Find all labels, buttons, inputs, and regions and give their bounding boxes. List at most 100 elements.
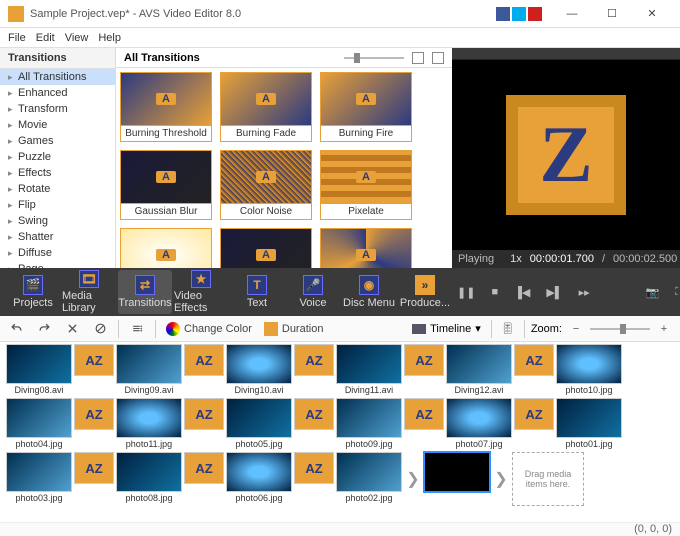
storyboard-transition[interactable]: AZ [294, 398, 334, 430]
preview-scrubber[interactable] [452, 48, 680, 60]
toolbar-video-effects[interactable]: ★Video Effects [174, 270, 228, 314]
sidebar-item[interactable]: ▸All Transitions [0, 69, 115, 85]
storyboard-clip[interactable]: Diving08.avi [6, 344, 72, 396]
storyboard-clip[interactable]: photo02.jpg [336, 452, 402, 504]
transition-arrow[interactable]: ❯ [404, 459, 422, 499]
storyboard-clip[interactable]: photo09.jpg [336, 398, 402, 450]
play-pause-button[interactable]: ❚❚ [454, 284, 478, 301]
sidebar-item[interactable]: ▸Diffuse [0, 245, 115, 261]
twitter-icon[interactable] [512, 7, 526, 21]
menu-edit[interactable]: Edit [36, 32, 55, 44]
storyboard[interactable]: Diving08.aviAZDiving09.aviAZDiving10.avi… [0, 342, 680, 522]
storyboard-clip[interactable]: Diving10.avi [226, 344, 292, 396]
storyboard-transition[interactable]: AZ [184, 344, 224, 376]
transition-item[interactable]: AColor Noise [220, 150, 312, 220]
transition-item[interactable]: AFlash Dark [220, 228, 312, 268]
gallery-view-list-icon[interactable] [432, 52, 444, 64]
storyboard-clip[interactable]: photo08.jpg [116, 452, 182, 504]
storyboard-transition[interactable]: AZ [514, 344, 554, 376]
undo-button[interactable] [6, 319, 26, 339]
storyboard-transition[interactable]: AZ [74, 344, 114, 376]
storyboard-transition[interactable]: AZ [514, 398, 554, 430]
sidebar-item[interactable]: ▸Page [0, 261, 115, 268]
storyboard-clip[interactable]: photo03.jpg [6, 452, 72, 504]
storyboard-clip[interactable]: photo01.jpg [556, 398, 622, 450]
menu-view[interactable]: View [65, 32, 89, 44]
toolbar-produce-[interactable]: »Produce... [398, 270, 452, 314]
next-frame-button[interactable]: ▶▌ [543, 284, 565, 301]
toolbar-disc-menu[interactable]: ◉Disc Menu [342, 270, 396, 314]
sidebar-item[interactable]: ▸Games [0, 133, 115, 149]
chevron-down-icon: ▾ [475, 322, 481, 335]
duration-button[interactable]: Duration [262, 322, 326, 336]
sidebar-item[interactable]: ▸Movie [0, 117, 115, 133]
storyboard-transition[interactable]: AZ [184, 398, 224, 430]
storyboard-transition[interactable]: AZ [74, 452, 114, 484]
delete-button[interactable] [62, 319, 82, 339]
toolbar-voice[interactable]: 🎤Voice [286, 270, 340, 314]
sidebar-item[interactable]: ▸Puzzle [0, 149, 115, 165]
storyboard-clip[interactable]: Diving11.avi [336, 344, 402, 396]
toolbar-projects[interactable]: 🎬Projects [6, 270, 60, 314]
stop-button[interactable]: ■ [488, 284, 501, 300]
storyboard-transition[interactable]: AZ [184, 452, 224, 484]
transition-arrow[interactable]: ❯ [492, 459, 510, 499]
transition-item[interactable]: ABurning Threshold [120, 72, 212, 142]
prev-frame-button[interactable]: ▐◀ [511, 284, 533, 301]
audio-mix-button[interactable]: 🎚 [498, 319, 518, 339]
storyboard-transition[interactable]: AZ [404, 398, 444, 430]
toolbar-media-library[interactable]: 🎞Media Library [62, 270, 116, 314]
view-mode-selector[interactable]: Timeline ▾ [408, 320, 485, 337]
redo-button[interactable] [34, 319, 54, 339]
storyboard-clip[interactable]: photo05.jpg [226, 398, 292, 450]
zoom-out-button[interactable]: − [566, 319, 586, 339]
sidebar-item[interactable]: ▸Swing [0, 213, 115, 229]
zoom-in-button[interactable]: + [654, 319, 674, 339]
storyboard-clip[interactable]: photo11.jpg [116, 398, 182, 450]
close-button[interactable]: ✕ [632, 2, 672, 26]
storyboard-clip[interactable]: photo07.jpg [446, 398, 512, 450]
storyboard-clip[interactable]: photo10.jpg [556, 344, 622, 396]
storyboard-transition[interactable]: AZ [404, 344, 444, 376]
toolbar-text[interactable]: TText [230, 270, 284, 314]
transition-item[interactable]: ATwirl Clockwise [320, 228, 412, 268]
sidebar-item[interactable]: ▸Enhanced [0, 85, 115, 101]
change-color-button[interactable]: Change Color [164, 322, 254, 336]
zoom-slider[interactable] [590, 328, 650, 330]
sidebar-item[interactable]: ▸Rotate [0, 181, 115, 197]
gallery-view-grid-icon[interactable] [412, 52, 424, 64]
storyboard-clip[interactable]: photo04.jpg [6, 398, 72, 450]
speed-button[interactable]: ▸▸ [576, 284, 593, 301]
youtube-icon[interactable] [528, 7, 542, 21]
storyboard-transition[interactable]: AZ [74, 398, 114, 430]
sidebar-item[interactable]: ▸Effects [0, 165, 115, 181]
storyboard-clip[interactable] [424, 452, 490, 492]
drop-target[interactable]: Drag media items here. [512, 452, 584, 506]
transition-item[interactable]: AGaussian Blur [120, 150, 212, 220]
minimize-button[interactable]: — [552, 2, 592, 26]
app-icon [8, 6, 24, 22]
sidebar-item[interactable]: ▸Flip [0, 197, 115, 213]
fullscreen-button[interactable]: ⛶ [672, 284, 680, 301]
facebook-icon[interactable] [496, 7, 510, 21]
color-wheel-icon [166, 322, 180, 336]
settings-button[interactable] [127, 319, 147, 339]
transition-item[interactable]: ABurning Fade [220, 72, 312, 142]
gallery-zoom[interactable] [344, 57, 404, 59]
snapshot-button[interactable]: 📷 [643, 284, 663, 301]
toolbar-transitions[interactable]: ⇄Transitions [118, 270, 172, 314]
disable-button[interactable] [90, 319, 110, 339]
transition-item[interactable]: ABurning Fire [320, 72, 412, 142]
transition-item[interactable]: AFlash Light [120, 228, 212, 268]
menu-file[interactable]: File [8, 32, 26, 44]
storyboard-clip[interactable]: Diving12.avi [446, 344, 512, 396]
sidebar-item[interactable]: ▸Shatter [0, 229, 115, 245]
maximize-button[interactable]: ☐ [592, 2, 632, 26]
storyboard-transition[interactable]: AZ [294, 452, 334, 484]
storyboard-transition[interactable]: AZ [294, 344, 334, 376]
sidebar-item[interactable]: ▸Transform [0, 101, 115, 117]
storyboard-clip[interactable]: photo06.jpg [226, 452, 292, 504]
menu-help[interactable]: Help [98, 32, 121, 44]
transition-item[interactable]: APixelate [320, 150, 412, 220]
storyboard-clip[interactable]: Diving09.avi [116, 344, 182, 396]
